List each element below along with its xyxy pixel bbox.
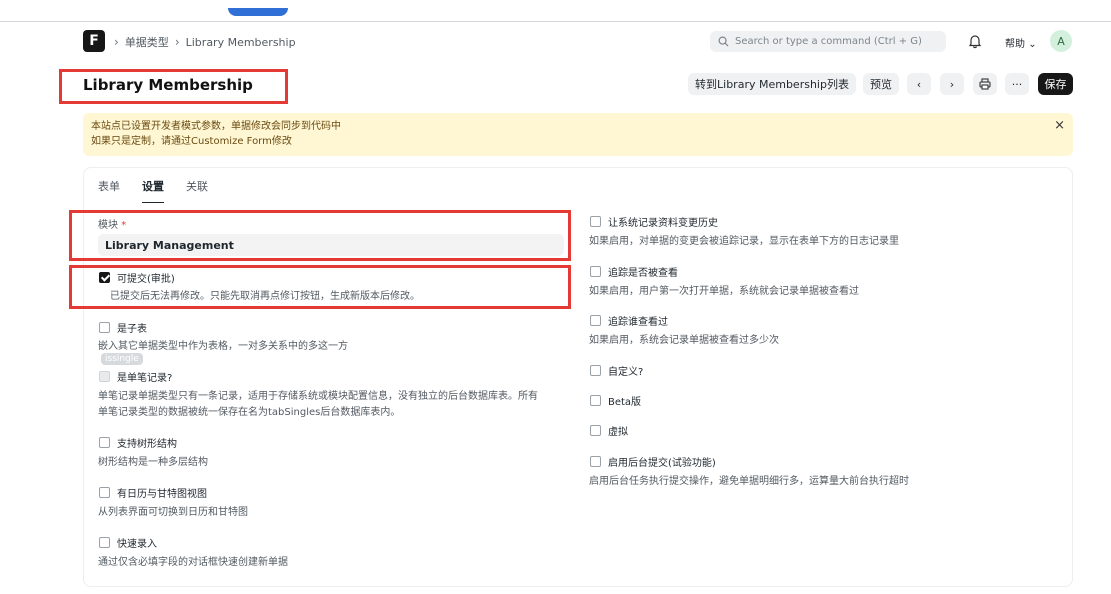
submittable-checkbox-row[interactable]: 可提交(审批)	[99, 270, 175, 285]
module-field[interactable]: Library Management	[98, 234, 564, 256]
calendar-checkbox-row[interactable]: 有日历与甘特图视图	[99, 485, 207, 500]
notification-bell-icon[interactable]	[968, 33, 982, 49]
single-checkbox[interactable]	[99, 371, 110, 382]
track-views-checkbox[interactable]	[590, 315, 601, 326]
tree-checkbox-row[interactable]: 支持树形结构	[99, 435, 177, 450]
track-changes-checkbox-row[interactable]: 让系统记录资料变更历史	[590, 214, 718, 229]
breadcrumb-doctype[interactable]: 单据类型	[125, 34, 169, 50]
tab-form[interactable]: 表单	[98, 178, 120, 203]
child-table-label: 是子表	[117, 324, 147, 335]
custom-checkbox-row[interactable]: 自定义?	[590, 363, 643, 378]
track-changes-help: 如果启用，对单据的变更会被追踪记录，显示在表单下方的日志记录里	[589, 236, 899, 247]
submittable-checkbox[interactable]	[99, 272, 110, 283]
go-to-list-button[interactable]: 转到Library Membership列表	[688, 73, 856, 95]
preview-button[interactable]: 预览	[863, 73, 899, 95]
save-button[interactable]: 保存	[1038, 73, 1073, 95]
chevron-right-icon: ›	[949, 77, 955, 91]
track-views-label: 追踪谁查看过	[608, 317, 668, 328]
track-seen-checkbox-row[interactable]: 追踪是否被查看	[590, 264, 678, 279]
tab-connections[interactable]: 关联	[186, 178, 208, 203]
breadcrumb-current[interactable]: Library Membership	[186, 36, 296, 49]
tree-label: 支持树形结构	[117, 439, 177, 450]
track-seen-checkbox[interactable]	[590, 266, 601, 277]
banner-line-1: 本站点已设置开发者模式参数，单据修改会同步到代码中	[91, 121, 341, 132]
more-actions-button[interactable]: ···	[1005, 73, 1029, 95]
queue-submit-checkbox[interactable]	[590, 456, 601, 467]
single-help-line-2: 单笔记录类型的数据被统一保存在名为tabSingles后台数据库表内。	[98, 407, 401, 418]
child-table-checkbox[interactable]	[99, 322, 110, 333]
search-icon	[718, 36, 729, 47]
required-mark: *	[121, 220, 127, 231]
print-button[interactable]	[973, 73, 997, 95]
virtual-checkbox[interactable]	[590, 425, 601, 436]
more-icon: ···	[1011, 77, 1023, 91]
tab-settings[interactable]: 设置	[142, 178, 164, 203]
calendar-checkbox[interactable]	[99, 487, 110, 498]
app-logo[interactable]: F	[83, 30, 105, 52]
page-title: Library Membership	[83, 76, 253, 94]
beta-label: Beta版	[608, 397, 642, 408]
track-changes-checkbox[interactable]	[590, 216, 601, 227]
virtual-label: 虚拟	[608, 427, 628, 438]
queue-submit-checkbox-row[interactable]: 启用后台提交(试验功能)	[590, 454, 716, 469]
quick-entry-label: 快速录入	[117, 539, 157, 550]
chevron-down-icon: ⌄	[1028, 39, 1037, 50]
beta-checkbox-row[interactable]: Beta版	[590, 393, 641, 408]
child-table-checkbox-row[interactable]: 是子表	[99, 320, 147, 335]
chevron-left-icon: ‹	[916, 77, 922, 91]
track-seen-help: 如果启用，用户第一次打开单据，系统就会记录单据被查看过	[589, 286, 859, 297]
track-changes-label: 让系统记录资料变更历史	[608, 218, 718, 229]
avatar[interactable]: A	[1050, 30, 1072, 52]
close-icon[interactable]: ×	[1054, 118, 1065, 133]
search-input[interactable]	[735, 36, 935, 47]
quick-entry-help: 通过仅含必填字段的对话框快速创建新单据	[98, 557, 288, 568]
form-tabs: 表单 设置 关联	[98, 178, 208, 203]
queue-submit-label: 启用后台提交(试验功能)	[608, 458, 716, 469]
custom-checkbox[interactable]	[590, 365, 601, 376]
search-bar[interactable]	[710, 31, 946, 52]
quick-entry-checkbox[interactable]	[99, 537, 110, 548]
chevron-right-icon: ›	[114, 35, 119, 49]
tree-checkbox[interactable]	[99, 437, 110, 448]
tree-help: 树形结构是一种多层结构	[98, 457, 208, 468]
next-record-button[interactable]: ›	[940, 73, 964, 95]
submittable-help: 已提交后无法再修改。只能先取消再点修订按钮，生成新版本后修改。	[110, 291, 420, 302]
banner-line-2: 如果只是定制，请通过Customize Form修改	[91, 136, 292, 147]
single-help-line-1: 单笔记录单据类型只有一条记录，适用于存储系统或模块配置信息，没有独立的后台数据库…	[98, 391, 538, 402]
track-seen-label: 追踪是否被查看	[608, 268, 678, 279]
single-label: 是单笔记录?	[117, 373, 173, 384]
top-strip	[0, 0, 1111, 22]
top-strip-indicator	[228, 8, 288, 16]
calendar-help: 从列表界面可切换到日历和甘特图	[98, 507, 248, 518]
submittable-label: 可提交(审批)	[117, 274, 175, 285]
developer-mode-banner: 本站点已设置开发者模式参数，单据修改会同步到代码中 如果只是定制，请通过Cust…	[83, 113, 1073, 156]
virtual-checkbox-row[interactable]: 虚拟	[590, 423, 628, 438]
track-views-help: 如果启用，系统会记录单据被查看过多少次	[589, 335, 779, 346]
field-tooltip: issingle	[101, 353, 143, 365]
calendar-label: 有日历与甘特图视图	[117, 489, 207, 500]
printer-icon	[979, 78, 991, 90]
track-views-checkbox-row[interactable]: 追踪谁查看过	[590, 313, 668, 328]
help-label: 帮助	[1005, 39, 1025, 50]
single-checkbox-row[interactable]: 是单笔记录?	[99, 369, 172, 384]
beta-checkbox[interactable]	[590, 395, 601, 406]
queue-submit-help: 启用后台任务执行提交操作，避免单据明细行多，运算量大前台执行超时	[589, 476, 909, 487]
chevron-right-icon: ›	[174, 35, 180, 49]
quick-entry-checkbox-row[interactable]: 快速录入	[99, 535, 157, 550]
module-field-label: 模块 *	[98, 216, 126, 231]
previous-record-button[interactable]: ‹	[907, 73, 931, 95]
breadcrumb: › 单据类型 › Library Membership	[114, 34, 296, 50]
custom-label: 自定义?	[608, 367, 644, 378]
help-menu[interactable]: 帮助 ⌄	[1005, 35, 1037, 50]
module-label-text: 模块	[98, 220, 118, 231]
